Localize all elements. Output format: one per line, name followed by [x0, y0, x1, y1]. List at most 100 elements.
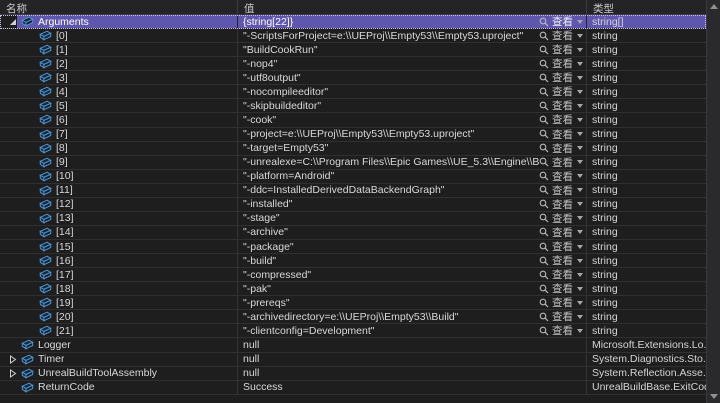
view-button[interactable]: 查看 — [539, 198, 583, 211]
dropdown-caret-icon[interactable] — [577, 90, 583, 94]
table-row[interactable]: [1]"BuildCookRun" 查看string — [0, 43, 706, 57]
value-cell[interactable]: "-archivedirectory=e:\\UEProj\\Empty53\\… — [238, 310, 587, 323]
dropdown-caret-icon[interactable] — [577, 188, 583, 192]
table-row[interactable]: [16]"-build" 查看string — [0, 254, 706, 268]
view-button[interactable]: 查看 — [539, 128, 583, 141]
view-button[interactable]: 查看 — [539, 156, 583, 169]
value-cell[interactable]: "-utf8output" 查看 — [238, 71, 587, 84]
value-cell[interactable]: "-cook" 查看 — [238, 113, 587, 126]
view-button[interactable]: 查看 — [539, 212, 583, 225]
value-cell[interactable]: "-installed" 查看 — [238, 198, 587, 211]
vertical-scrollbar[interactable] — [706, 0, 720, 403]
dropdown-caret-icon[interactable] — [577, 301, 583, 305]
value-cell[interactable]: "-skipbuildeditor" 查看 — [238, 99, 587, 112]
table-row[interactable]: [6]"-cook" 查看string — [0, 113, 706, 127]
value-cell[interactable]: "-nop4" 查看 — [238, 57, 587, 70]
value-cell[interactable]: {string[22]} 查看 — [238, 15, 587, 28]
value-cell[interactable]: "-build" 查看 — [238, 254, 587, 267]
value-cell[interactable]: "BuildCookRun" 查看 — [238, 43, 587, 56]
table-row[interactable]: [7]"-project=e:\\UEProj\\Empty53\\Empty5… — [0, 128, 706, 142]
value-cell[interactable]: "-platform=Android" 查看 — [238, 170, 587, 183]
table-row[interactable]: [13]"-stage" 查看string — [0, 212, 706, 226]
value-cell[interactable]: null — [238, 338, 587, 351]
value-cell[interactable]: "-compressed" 查看 — [238, 268, 587, 281]
dropdown-caret-icon[interactable] — [577, 34, 583, 38]
table-row[interactable]: [11]"-ddc=InstalledDerivedDataBackendGra… — [0, 184, 706, 198]
dropdown-caret-icon[interactable] — [577, 315, 583, 319]
value-cell[interactable]: "-project=e:\\UEProj\\Empty53\\Empty53.u… — [238, 128, 587, 141]
dropdown-caret-icon[interactable] — [577, 216, 583, 220]
dropdown-caret-icon[interactable] — [577, 20, 583, 24]
dropdown-caret-icon[interactable] — [577, 160, 583, 164]
view-button[interactable]: 查看 — [539, 85, 583, 98]
table-row[interactable]: [19]"-prereqs" 查看string — [0, 296, 706, 310]
value-cell[interactable]: "-archive" 查看 — [238, 226, 587, 239]
view-button[interactable]: 查看 — [539, 324, 583, 337]
dropdown-caret-icon[interactable] — [577, 259, 583, 263]
table-row[interactable]: [15]"-package" 查看string — [0, 240, 706, 254]
view-button[interactable]: 查看 — [539, 268, 583, 281]
column-header-type[interactable]: 类型 — [587, 0, 706, 14]
view-button[interactable]: 查看 — [539, 254, 583, 267]
table-row[interactable]: [18]"-pak" 查看string — [0, 282, 706, 296]
view-button[interactable]: 查看 — [539, 184, 583, 197]
value-cell[interactable]: "-nocompileeditor" 查看 — [238, 85, 587, 98]
table-row[interactable]: [0]"-ScriptsForProject=e:\\UEProj\\Empty… — [0, 29, 706, 43]
dropdown-caret-icon[interactable] — [577, 62, 583, 66]
table-row[interactable]: [3]"-utf8output" 查看string — [0, 71, 706, 85]
table-row[interactable]: [9]"-unrealexe=C:\\Program Files\\Epic G… — [0, 156, 706, 170]
table-row[interactable]: Arguments{string[22]} 查看string[] — [0, 15, 706, 29]
dropdown-caret-icon[interactable] — [577, 245, 583, 249]
view-button[interactable]: 查看 — [539, 310, 583, 323]
scroll-up-icon[interactable] — [710, 4, 718, 9]
column-header-value[interactable]: 值 — [238, 0, 587, 14]
view-button[interactable]: 查看 — [539, 296, 583, 309]
table-row[interactable]: [5]"-skipbuildeditor" 查看string — [0, 99, 706, 113]
scroll-down-icon[interactable] — [710, 394, 718, 399]
table-row[interactable]: UnrealBuildToolAssemblynullSystem.Reflec… — [0, 367, 706, 381]
dropdown-caret-icon[interactable] — [577, 287, 583, 291]
column-header-name[interactable]: 名称 — [0, 0, 238, 14]
table-row[interactable]: [17]"-compressed" 查看string — [0, 268, 706, 282]
value-cell[interactable]: Success — [238, 381, 587, 394]
value-cell[interactable]: "-ddc=InstalledDerivedDataBackendGraph" … — [238, 184, 587, 197]
value-cell[interactable]: "-clientconfig=Development" 查看 — [238, 324, 587, 337]
value-cell[interactable]: "-target=Empty53" 查看 — [238, 142, 587, 155]
table-row[interactable]: [20]"-archivedirectory=e:\\UEProj\\Empty… — [0, 310, 706, 324]
table-row[interactable]: [4]"-nocompileeditor" 查看string — [0, 85, 706, 99]
dropdown-caret-icon[interactable] — [577, 132, 583, 136]
view-button[interactable]: 查看 — [539, 142, 583, 155]
value-cell[interactable]: "-pak" 查看 — [238, 282, 587, 295]
view-button[interactable]: 查看 — [539, 71, 583, 84]
expander-collapsed-icon[interactable] — [5, 367, 21, 380]
value-cell[interactable]: "-prereqs" 查看 — [238, 296, 587, 309]
dropdown-caret-icon[interactable] — [577, 76, 583, 80]
view-button[interactable]: 查看 — [539, 43, 583, 56]
dropdown-caret-icon[interactable] — [577, 230, 583, 234]
value-cell[interactable]: null — [238, 353, 587, 366]
dropdown-caret-icon[interactable] — [577, 146, 583, 150]
dropdown-caret-icon[interactable] — [577, 202, 583, 206]
view-button[interactable]: 查看 — [539, 170, 583, 183]
value-cell[interactable]: null — [238, 367, 587, 380]
table-row[interactable]: [8]"-target=Empty53" 查看string — [0, 142, 706, 156]
expander-collapsed-icon[interactable] — [5, 353, 21, 366]
view-button[interactable]: 查看 — [539, 113, 583, 126]
value-cell[interactable]: "-stage" 查看 — [238, 212, 587, 225]
view-button[interactable]: 查看 — [539, 226, 583, 239]
table-row[interactable]: [12]"-installed" 查看string — [0, 198, 706, 212]
table-row[interactable]: [21]"-clientconfig=Development" 查看string — [0, 324, 706, 338]
table-row[interactable]: [10]"-platform=Android" 查看string — [0, 170, 706, 184]
table-row[interactable]: LoggernullMicrosoft.Extensions.Lo... — [0, 338, 706, 352]
value-cell[interactable]: "-package" 查看 — [238, 240, 587, 253]
view-button[interactable]: 查看 — [539, 99, 583, 112]
dropdown-caret-icon[interactable] — [577, 174, 583, 178]
dropdown-caret-icon[interactable] — [577, 118, 583, 122]
dropdown-caret-icon[interactable] — [577, 104, 583, 108]
view-button[interactable]: 查看 — [539, 29, 583, 42]
table-row[interactable]: TimernullSystem.Diagnostics.Sto... — [0, 353, 706, 367]
view-button[interactable]: 查看 — [539, 57, 583, 70]
dropdown-caret-icon[interactable] — [577, 48, 583, 52]
table-row[interactable]: [2]"-nop4" 查看string — [0, 57, 706, 71]
dropdown-caret-icon[interactable] — [577, 329, 583, 333]
